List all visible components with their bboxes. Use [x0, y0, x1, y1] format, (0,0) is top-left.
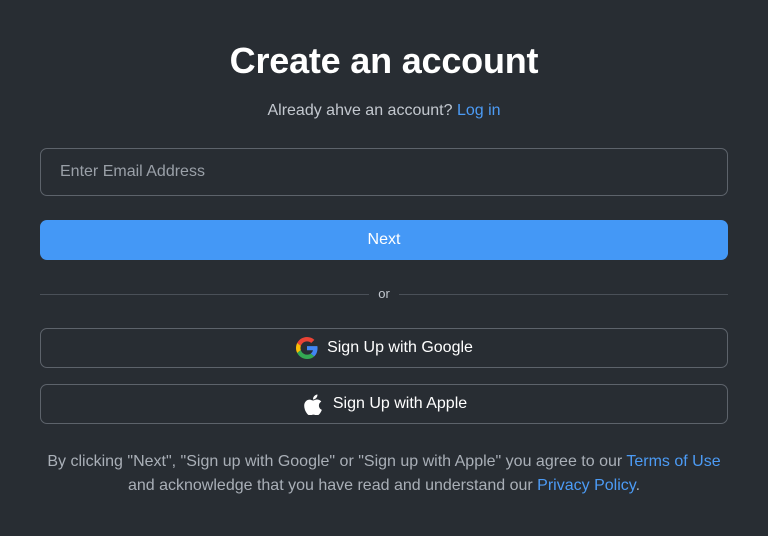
- login-prompt-text: Already ahve an account?: [267, 102, 453, 119]
- divider-line-right: [399, 294, 728, 295]
- google-signup-label: Sign Up with Google: [327, 339, 473, 356]
- login-prompt: Already ahve an account? Log in: [0, 102, 768, 120]
- page-title: Create an account: [229, 40, 539, 81]
- apple-icon: [301, 392, 325, 416]
- apple-signup-label: Sign Up with Apple: [332, 395, 468, 412]
- google-signup-button[interactable]: Sign Up with Google: [40, 328, 728, 368]
- google-icon: [295, 336, 319, 360]
- apple-signup-button[interactable]: Sign Up with Apple: [40, 384, 728, 424]
- email-field[interactable]: [40, 148, 728, 196]
- terms-of-use-link[interactable]: Terms of Use: [626, 453, 720, 470]
- legal-notice: By clicking "Next", "Sign up with Google…: [36, 450, 732, 498]
- login-link[interactable]: Log in: [457, 102, 501, 119]
- next-button[interactable]: Next: [40, 220, 728, 260]
- or-divider: or: [40, 284, 728, 304]
- legal-text-2: and acknowledge that you have read and u…: [127, 477, 533, 494]
- privacy-policy-link[interactable]: Privacy Policy: [537, 477, 635, 494]
- signup-page: Create an account Already ahve an accoun…: [0, 0, 768, 536]
- legal-text-3: .: [635, 477, 641, 494]
- legal-text-1: By clicking "Next", "Sign up with Google…: [47, 453, 623, 470]
